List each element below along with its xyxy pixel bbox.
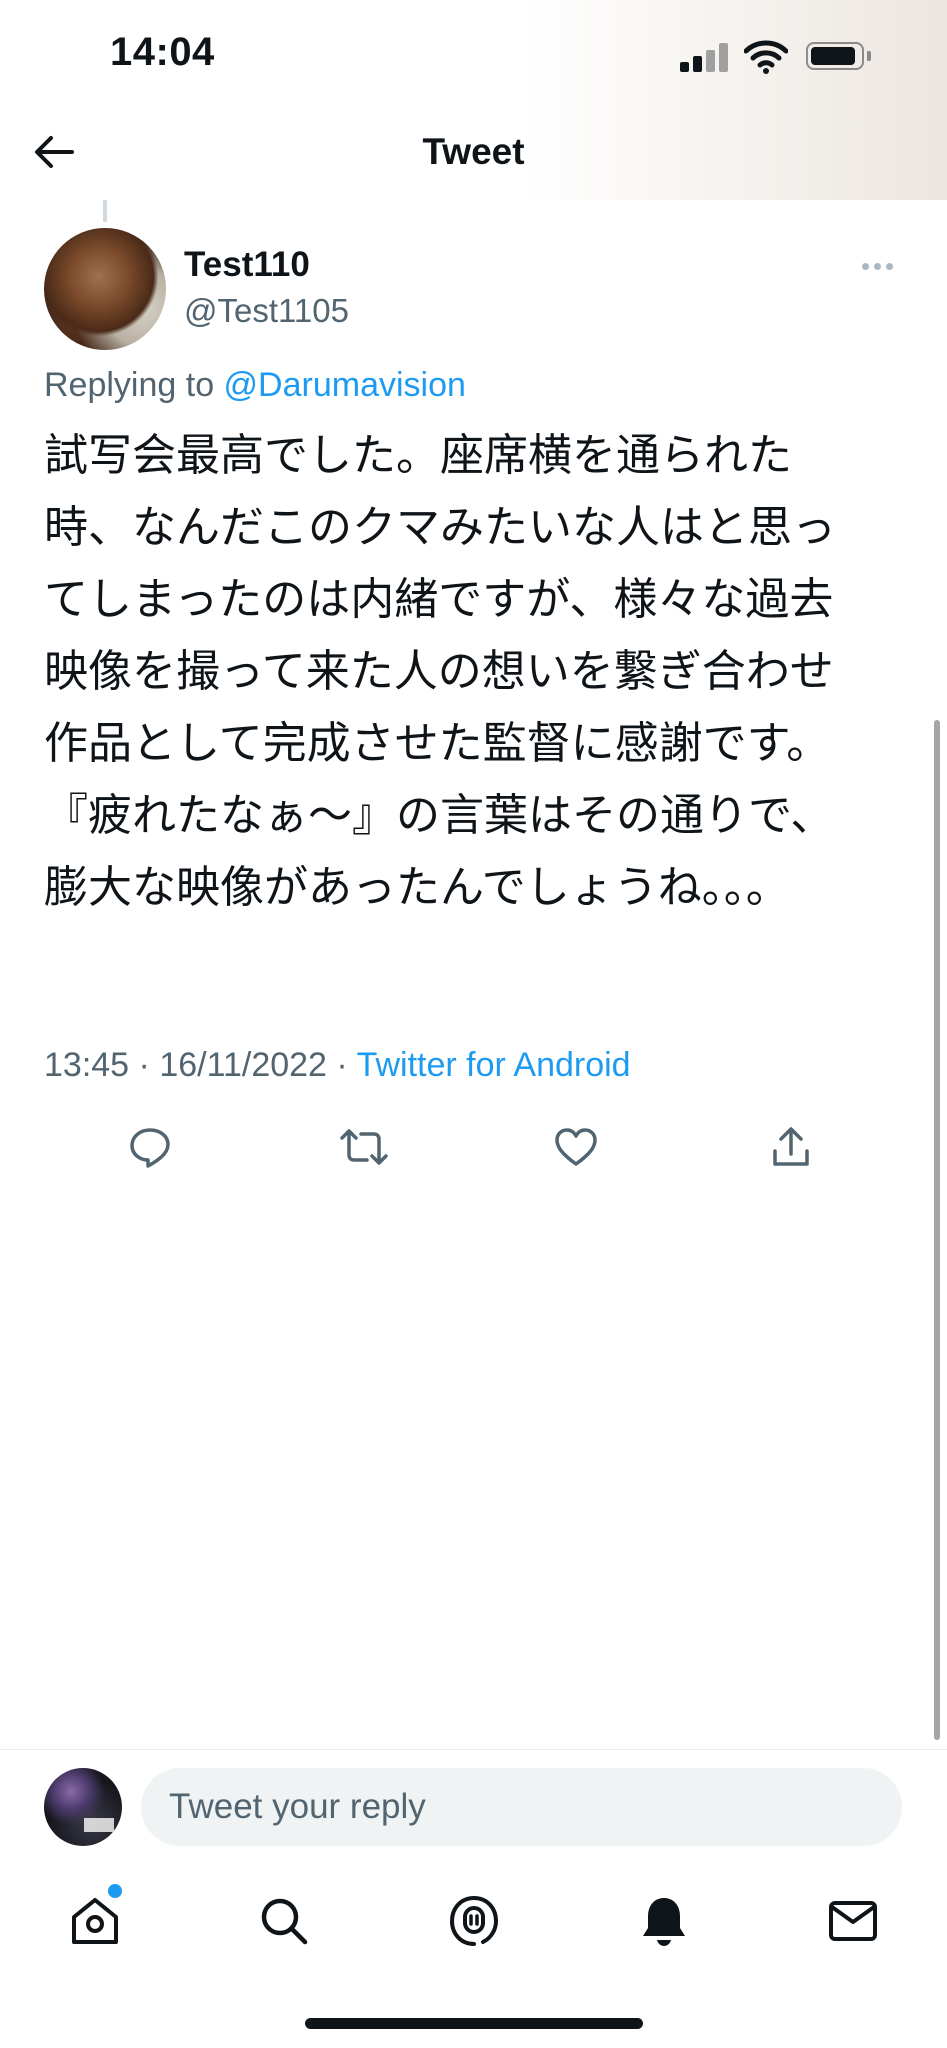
tweet-text: 試写会最高でした。座席横を通られた 時、なんだこのクマみたいな人はと思っ てしま… [44,420,914,924]
replying-to-label: Replying to [44,366,224,404]
reply-icon [130,1128,170,1168]
reply-input[interactable] [141,1768,902,1846]
battery-icon [806,42,872,72]
like-icon [555,1128,597,1166]
thread-connector-line [103,200,107,222]
more-options-button[interactable] [862,256,902,276]
more-dot-icon [862,262,869,270]
like-button[interactable] [546,1117,606,1177]
tweet-source-link[interactable]: Twitter for Android [357,1046,631,1084]
tweet-text-line: 膨大な映像があったんでしょうね。。。 [44,862,790,913]
nav-spaces[interactable] [439,1886,509,1956]
wifi-icon [743,40,789,74]
reply-button[interactable] [120,1117,180,1177]
replying-to-line: Replying to @Darumavision [44,366,466,405]
meta-separator: · [326,1046,357,1084]
notifications-icon [643,1898,685,1946]
tweet-text-line: 時、なんだこのクマみたいな人はと思っ [44,502,836,553]
author-display-name[interactable]: Test110 [184,245,310,285]
tweet-text-line: 試写会最高でした。座席横を通られた [44,430,792,481]
share-button[interactable] [761,1117,821,1177]
tweet-date: 16/11/2022 [159,1046,327,1084]
scrollbar[interactable] [934,720,940,1740]
nav-search[interactable] [249,1886,319,1956]
author-avatar[interactable] [44,228,166,350]
page-title: Tweet [422,131,525,172]
cellular-signal-icon [680,42,728,72]
current-user-avatar[interactable] [44,1768,122,1846]
more-dot-icon [886,262,893,270]
more-dot-icon [874,262,881,270]
tweet-text-line: 映像を撮って来た人の想いを繋ぎ合わせ [44,646,834,697]
tweet-text-line: てしまったのは内緒ですが、様々な過去 [44,574,834,625]
tweet-time: 13:45 [44,1046,130,1084]
replying-to-mention-link[interactable]: @Darumavision [224,366,466,404]
nav-notifications[interactable] [629,1886,699,1956]
nav-messages[interactable] [818,1886,888,1956]
messages-icon [829,1901,877,1941]
meta-separator: · [129,1046,160,1084]
spaces-icon [449,1895,499,1946]
nav-home[interactable] [60,1886,130,1956]
home-notification-dot [108,1884,122,1898]
tweet-meta: 13:45 · 16/11/2022 · Twitter for Android [44,1046,631,1085]
home-icon [72,1898,118,1944]
retweet-icon [340,1129,388,1165]
tweet-text-line: 作品として完成させた監督に感謝です。 [44,718,831,769]
search-icon [261,1898,308,1945]
composer-divider [0,1749,947,1750]
share-icon [773,1127,809,1166]
retweet-button[interactable] [334,1117,394,1177]
tweet-text-line: 『疲れたなぁ〜』の言葉はその通りで、 [44,790,835,841]
author-username[interactable]: @Test1105 [184,292,349,330]
home-indicator[interactable] [305,2018,643,2029]
status-time: 14:04 [110,30,215,74]
